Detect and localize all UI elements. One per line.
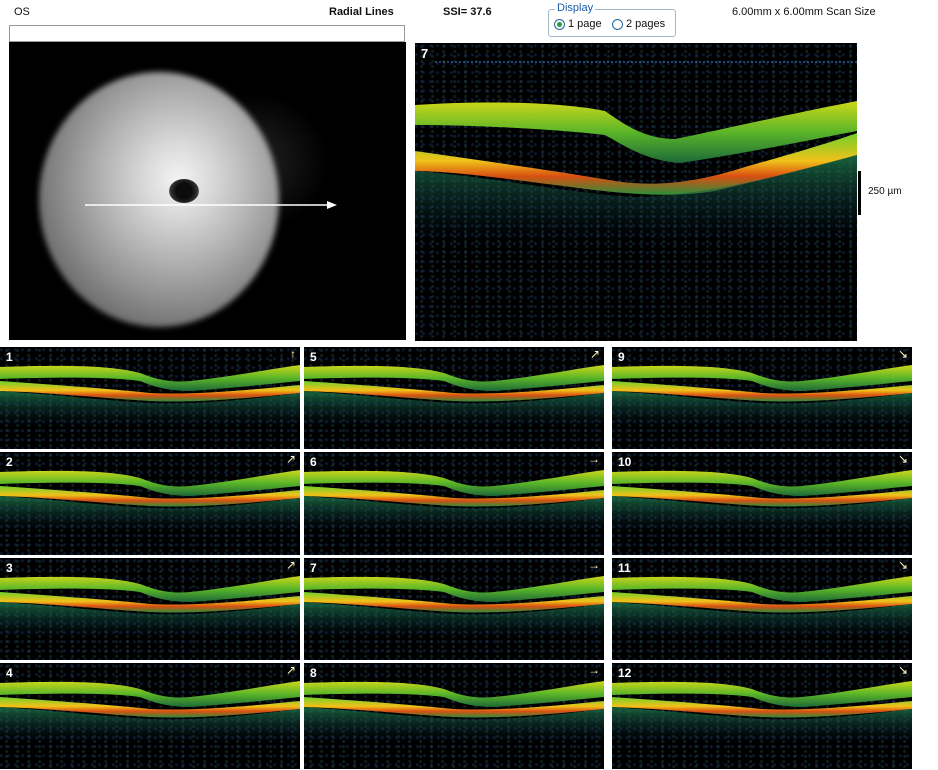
bscan-thumbnail[interactable]: 8 → xyxy=(304,663,604,769)
thumbnail-layers xyxy=(304,576,604,638)
thumbnail-number: 12 xyxy=(618,666,632,680)
thumbnail-layers xyxy=(0,681,300,743)
display-group: Display 1 page 2 pages xyxy=(548,2,676,37)
scan-direction-arrow-icon: ↘ xyxy=(897,452,908,466)
radio-1-page-label: 1 page xyxy=(568,18,602,30)
scan-direction-arrow-icon: ↘ xyxy=(897,558,908,572)
bscan-thumbnail[interactable]: 5 ↗ xyxy=(304,347,604,449)
scan-direction-arrow-icon: ↘ xyxy=(897,347,908,361)
thumbnail-number: 11 xyxy=(618,561,631,575)
scan-direction-arrow-icon: ↗ xyxy=(589,347,600,361)
main-scan-number: 7 xyxy=(421,46,429,61)
thumbnail-number: 6 xyxy=(310,455,317,469)
thumbnail-layers xyxy=(0,470,300,532)
bscan-thumbnail[interactable]: 1 ↑ xyxy=(0,347,300,449)
main-bscan-layers xyxy=(415,61,857,243)
fundus-header-strip xyxy=(9,25,405,42)
thumbnail-number: 3 xyxy=(6,561,13,575)
thumbnail-number: 2 xyxy=(6,455,13,469)
thumbnail-layers xyxy=(612,365,912,427)
bscan-thumbnail[interactable]: 6 → xyxy=(304,452,604,555)
thumbnail-layers xyxy=(304,365,604,427)
thumbnail-layers xyxy=(612,576,912,638)
thumbnail-layers xyxy=(612,470,912,532)
scan-line-overlay[interactable] xyxy=(9,42,406,340)
scan-direction-arrow-icon: → xyxy=(588,452,600,466)
scan-direction-arrow-icon: ↗ xyxy=(285,452,296,466)
thumbnail-number: 8 xyxy=(310,666,317,680)
main-bscan[interactable]: 7 xyxy=(415,43,857,341)
thumbnail-number: 7 xyxy=(310,561,317,575)
bscan-thumbnail[interactable]: 11 ↘ xyxy=(612,558,912,660)
thumbnail-number: 5 xyxy=(310,350,317,364)
eye-label: OS xyxy=(14,6,30,18)
scan-direction-arrow-icon: → xyxy=(588,558,600,572)
radio-unselected-icon xyxy=(612,18,623,30)
bscan-thumbnail[interactable]: 12 ↘ xyxy=(612,663,912,769)
bscan-thumbnail[interactable]: 9 ↘ xyxy=(612,347,912,449)
bscan-thumbnail[interactable]: 2 ↗ xyxy=(0,452,300,555)
thumbnail-layers xyxy=(612,681,912,743)
thumbnail-number: 10 xyxy=(618,455,632,469)
scan-direction-arrow-icon: ↗ xyxy=(285,558,296,572)
radio-2-pages-label: 2 pages xyxy=(626,18,666,30)
bscan-thumbnail[interactable]: 10 ↘ xyxy=(612,452,912,555)
thumbnail-number: 1 xyxy=(6,350,13,364)
scan-direction-arrow-icon: → xyxy=(588,663,600,677)
thumbnail-layers xyxy=(304,470,604,532)
scan-size-label: 6.00mm x 6.00mm Scan Size xyxy=(732,6,876,18)
bscan-thumbnail[interactable]: 4 ↗ xyxy=(0,663,300,769)
scan-direction-arrow-icon: ↑ xyxy=(290,347,296,361)
thumbnail-layers xyxy=(0,365,300,427)
radio-2-pages[interactable]: 2 pages xyxy=(612,18,665,30)
fundus-image[interactable] xyxy=(9,42,406,340)
radio-1-page[interactable]: 1 page xyxy=(554,18,602,30)
scan-pattern-label: Radial Lines xyxy=(329,6,394,18)
display-legend: Display xyxy=(555,2,596,14)
scan-direction-arrow-icon: ↘ xyxy=(897,663,908,677)
thumbnail-number: 9 xyxy=(618,350,625,364)
scale-label: 250 µm xyxy=(868,186,902,197)
thumbnail-layers xyxy=(304,681,604,743)
scale-bar xyxy=(858,171,861,215)
ssi-value: SSI= 37.6 xyxy=(443,6,492,18)
bscan-thumbnail[interactable]: 7 → xyxy=(304,558,604,660)
bscan-thumbnail[interactable]: 3 ↗ xyxy=(0,558,300,660)
scan-direction-arrow-icon: ↗ xyxy=(285,663,296,677)
thumbnail-layers xyxy=(0,576,300,638)
thumbnail-number: 4 xyxy=(6,666,13,680)
radio-selected-icon xyxy=(554,18,565,30)
